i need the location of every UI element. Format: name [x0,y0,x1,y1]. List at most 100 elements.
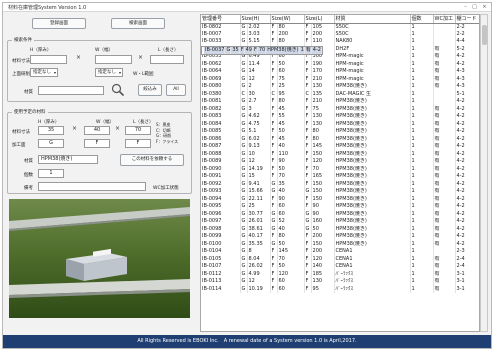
table-cell: 1 [410,218,434,226]
table-row[interactable]: IB-0085 G 5.1 F 50 F 80 HPM38(焼き) 1 有 4-2 [201,128,479,136]
table-row[interactable]: IB-0095 G 25 F 60 F 90 HPM38(焼き) 1 有 4-2 [201,203,479,211]
table-cell: 1 [410,225,434,233]
usage-proc-l-input[interactable]: F [125,139,151,148]
table-row[interactable]: IB-0104 G 8 F 145 F 200 CENA1 1 2-3 [201,248,479,256]
table-cell: 25 [277,83,305,91]
table-cell: 40 [277,188,305,196]
table-row[interactable]: IB-0114 G 10.19 F 60 F 95 ﾊﾞｰﾗｯｸｽ 1 有 3-1 [201,285,479,293]
table-cell: 1 [410,173,434,181]
table-row[interactable]: IB-0088 G 10 F 110 F 150 HPM38(焼き) 1 有 4-2 [201,150,479,158]
surface-select-w[interactable]: 指定なし ▾ [95,68,123,77]
table-row[interactable]: IB-0113 G 12 F 60 F 130 ﾊﾞｰﾗｯｸｽ 1 有 3-1 [201,278,479,286]
table-row[interactable]: IB-0081 G 2.7 F 80 F 210 HPM38(焼き) 1 4-2 [201,98,479,106]
table-row[interactable]: IB-0096 G 30.77 G 60 G 90 HPM38(焼き) 1 有 4-2 [201,210,479,218]
table-cell: 90 [277,195,305,203]
header-size-l[interactable]: Size(L) [304,15,335,24]
table-cell: G [240,128,248,136]
usage-material-input[interactable]: HPM38(焼き) [38,155,98,164]
maximize-icon[interactable]: □ [470,3,479,11]
table-row[interactable]: IB-0087 G 9.13 F 40 F 145 HPM38(焼き) 1 有 4-2 [201,143,479,151]
table-row[interactable]: IB-0091 G 15 F 70 F 165 HPM38(焼き) 1 有 4-2 [201,173,479,181]
table-cell: 1 [410,128,434,136]
table-row[interactable]: IB-0093 G 15.66 G 40 G 150 HPM38(焼き) 1 有 4-2 [201,188,479,196]
header-wc[interactable]: WC加工 [433,15,456,24]
close-icon[interactable]: × [480,3,489,11]
table-row[interactable]: IB-0033 G 5.15 F 80 F 110 NAK80 1 4-4 [201,38,479,46]
usage-proc-h-input[interactable]: G [38,139,64,148]
search-material-input[interactable] [38,86,104,95]
table-row[interactable]: IB-0099 G 40.17 F 80 F 200 HPM38(焼き) 1 有 4-2 [201,233,479,241]
search-icon[interactable] [111,83,125,97]
search-w-input[interactable] [95,55,132,64]
table-row[interactable]: IB-0105 G 8.04 F 70 F 120 CENA1 1 有 2-4 [201,255,479,263]
table-cell: 5.15 [247,38,271,46]
register-material-button[interactable]: この材料を依頼する [120,154,184,166]
table-cell: 有 [433,68,456,76]
table-row[interactable]: IB-0083 G 4.62 F 55 F 130 HPM38(焼き) 1 有 4-2 [201,113,479,121]
table-cell: IB-0097 [201,218,241,226]
search-h-input[interactable] [30,55,67,64]
table-row[interactable]: IB-0098 G 38.61 G 40 G 50 HPM38(焼き) 1 有 4-2 [201,225,479,233]
table-cell: G [240,270,248,278]
search-l-input[interactable] [150,55,184,64]
table-cell: G [240,158,248,166]
table-row[interactable]: IB-0100 G 35.35 G 50 F 150 HPM38(焼き) 1 有 4-2 [201,240,479,248]
table-row[interactable]: IB-0092 G 9.41 G 35 F 150 HPM38(焼き) 1 有 4-2 [201,180,479,188]
table-row[interactable]: IB-0069 G 12 F 75 F 210 HPM-magic 1 有 4-3 [201,75,479,83]
table-cell: 1 [410,98,434,106]
table-row[interactable]: IB-0064 G 14 F 60 F 170 HPM-magic 1 有 4-3 [201,68,479,76]
minimize-icon[interactable]: – [461,3,470,11]
table-cell: F [304,98,312,106]
header-count[interactable]: 個数 [410,15,434,24]
table-cell: G [240,210,248,218]
header-size-h[interactable]: Size(H) [240,15,271,24]
search-screen-button[interactable]: 検索画面 [111,18,165,29]
header-shelf[interactable]: 棚コード [455,15,479,24]
table-row[interactable]: IB-0097 G 26.01 G 52 G 160 HPM38(焼き) 1 有 4-2 [201,218,479,226]
table-cell: 有 [433,150,456,158]
table-cell: 4-2 [455,105,479,113]
table-cell: 200 [311,30,335,38]
table-cell: F [304,120,312,128]
table-cell: G [270,218,278,226]
table-row[interactable]: IB-0090 G 14.19 F 50 F 70 HPM38(焼き) 1 有 4-2 [201,165,479,173]
table-row[interactable]: IB-0082 G 3 F 45 F 75 HPM38(焼き) 1 有 4-2 [201,105,479,113]
table-row[interactable]: IB-0107 G 26.02 F 50 F 140 CENA1 1 有 2-4 [201,263,479,271]
surface-select-h[interactable]: 指定なし ▾ [30,68,58,77]
table-cell: 3-1 [455,278,479,286]
table-row[interactable]: IB-0089 G 12 F 90 F 120 HPM38(焼き) 1 有 4-2 [201,158,479,166]
count-input[interactable]: 1 [38,169,64,178]
all-button[interactable]: All [166,84,186,96]
table-row[interactable]: IB-0380 C 30 C 95 C 135 DAC-MAGIC 生 1 5-1 [201,90,479,98]
register-screen-button[interactable]: 登録画面 [32,18,86,29]
header-size-w[interactable]: Size(W) [270,15,305,24]
table-row[interactable]: IB-0802 G 2.02 F 80 F 105 S50C 1 2-2 [201,23,479,31]
table-cell: IB-0107 [201,263,241,271]
table-cell: IB-0083 [201,113,241,121]
scroll-thumb[interactable] [482,25,487,45]
table-row[interactable]: IB-0094 G 22.11 F 90 F 150 HPM38(焼き) 1 有 4-2 [201,195,479,203]
table-cell: F [304,143,312,151]
table-cell: 1 [410,285,434,293]
table-row[interactable]: IB-0037 G 35 F 49 F 70 HPM38(焼き) 1 有 4-2 [201,45,323,55]
table-cell: 50 [277,60,305,68]
table-row[interactable]: IB-0007 G 3.03 F 200 F 200 S50C 1 2-2 [201,30,479,38]
note-input[interactable] [38,182,146,191]
table-row[interactable]: IB-0084 G 4.75 F 45 F 130 HPM38(焼き) 1 有 4-2 [201,120,479,128]
table-scrollbar[interactable] [480,14,488,332]
usage-h-input[interactable]: 35 [38,126,64,135]
material-table[interactable]: 管理番号 Size(H) Size(W) Size(L) 材質 個数 WC加工 … [200,14,480,332]
usage-w-input[interactable]: 40 [84,126,110,135]
table-row[interactable]: IB-0080 G 2 F 25 F 130 HPM38(焼き) 1 有 4-3 [201,83,479,91]
table-row[interactable]: IB-0086 G 6.02 F 45 F 80 HPM38(焼き) 1 有 4-2 [201,135,479,143]
clear-button[interactable]: 絞込み [138,84,162,96]
table-cell: 4-2 [455,120,479,128]
table-row[interactable]: IB-0112 G 4.99 F 120 F 185 ﾊﾞｰﾗｯｸｽ 1 有 3-1 [201,270,479,278]
table-row[interactable]: IB-0062 G 11.4 F 50 F 190 HPM-magic 1 有 4-2 [201,60,479,68]
table-cell: G [240,165,248,173]
usage-proc-w-input[interactable]: F [84,139,110,148]
table-cell: G [240,195,248,203]
usage-l-input[interactable]: 70 [125,126,151,135]
header-id[interactable]: 管理番号 [201,15,241,24]
header-material[interactable]: 材質 [334,15,411,24]
